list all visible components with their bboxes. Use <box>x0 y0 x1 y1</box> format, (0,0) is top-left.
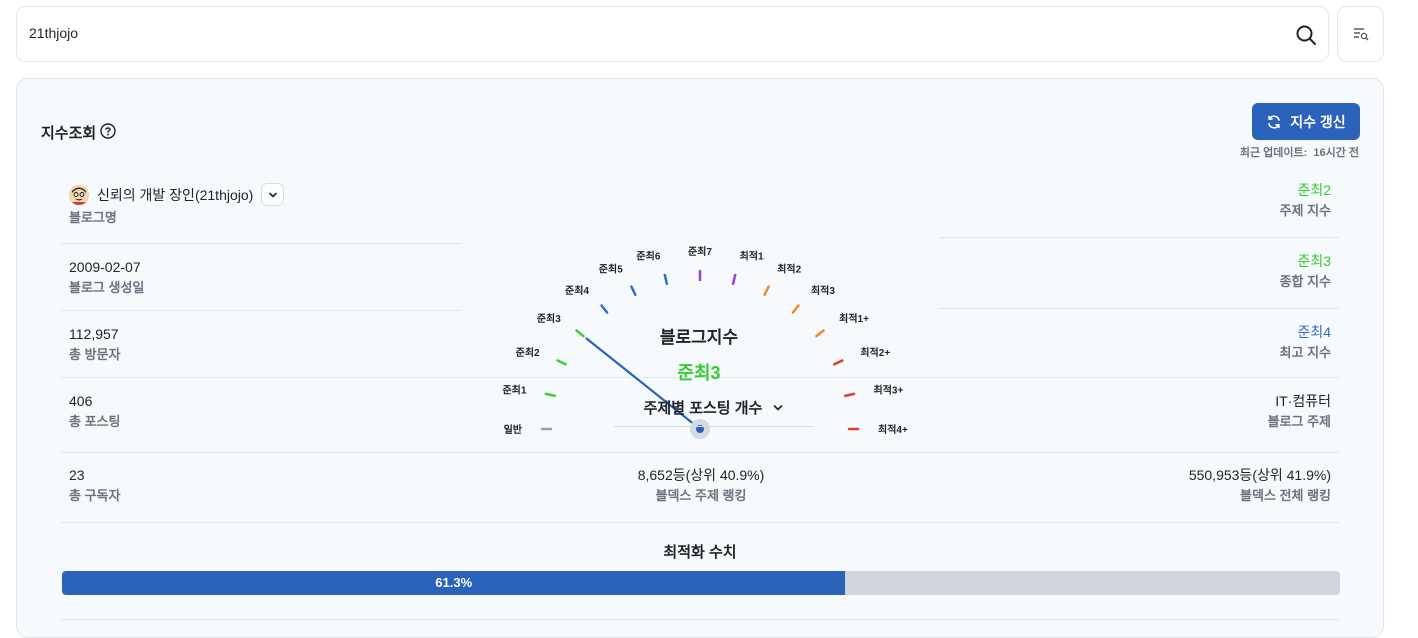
posts-label: 총 포스팅 <box>69 414 121 429</box>
blog-topic-label: 블로그 주제 <box>1267 414 1331 429</box>
max-index-stat: 준최4 최고 지수 <box>1280 323 1331 362</box>
gauge-level-label: 최적3 <box>811 284 835 297</box>
blog-name-label: 블로그명 <box>69 210 117 225</box>
blog-topic-value: IT·컴퓨터 <box>1275 393 1331 409</box>
filter-button[interactable] <box>1337 6 1384 62</box>
subscribers-value: 23 <box>69 467 85 483</box>
total-rank-label: 블덱스 전체 랭킹 <box>1240 488 1331 503</box>
topic-select-label: 주제별 포스팅 개수 <box>643 400 763 417</box>
refresh-icon <box>1268 114 1281 129</box>
gauge-level-label: 최적4+ <box>878 423 908 436</box>
chevron-down-icon <box>269 192 277 197</box>
update-label: 최근 업데이트: <box>1239 147 1308 159</box>
gauge-tick <box>575 329 585 338</box>
blog-name-toggle[interactable] <box>261 183 285 206</box>
subscribers-label: 총 구독자 <box>69 488 121 503</box>
divider <box>61 243 461 244</box>
posts-stat: 406 총 포스팅 <box>69 392 120 431</box>
visitors-label: 총 방문자 <box>69 347 121 362</box>
gauge-level-label: 준최3 <box>537 312 561 325</box>
topic-rank-stat: 8,652등(상위 40.9%) 블덱스 주제 랭킹 <box>551 466 851 505</box>
search-icon[interactable] <box>1294 23 1318 47</box>
total-rank-stat: 550,953등(상위 41.9%) 블덱스 전체 랭킹 <box>1189 466 1331 505</box>
help-icon[interactable] <box>100 123 116 139</box>
optimization-bar: 61.3% <box>62 571 1340 595</box>
gauge-tick <box>556 359 568 366</box>
gauge-level-label: 최적2+ <box>860 346 890 359</box>
refresh-label: 지수 갱신 <box>1290 113 1346 130</box>
blog-name: 신뢰의 개발 장인(21thjojo) <box>97 186 254 203</box>
gauge-tick <box>844 392 856 398</box>
index-panel: 지수조회 지수 갱신 최근 업데이트: 16시간 전 신뢰의 개발 장인(21t… <box>16 78 1384 638</box>
divider <box>939 308 1339 309</box>
topic-index-label: 주제 지수 <box>1279 203 1331 218</box>
total-index-value: 준최3 <box>1297 253 1331 269</box>
optimization-percent: 61.3% <box>435 575 473 590</box>
gauge-level-label: 준최1 <box>502 383 526 396</box>
refresh-index-button[interactable]: 지수 갱신 <box>1252 103 1360 140</box>
chevron-down-icon <box>774 404 783 410</box>
topic-rank-value: 8,652등(상위 40.9%) <box>637 467 765 483</box>
divider <box>61 452 1339 453</box>
gauge-value: 준최3 <box>677 363 720 383</box>
gauge-tick <box>791 304 800 314</box>
gauge-tick <box>663 273 669 285</box>
gauge-tick <box>600 304 609 314</box>
gauge-level-label: 최적2 <box>777 263 801 276</box>
gauge-tick <box>815 329 825 338</box>
total-index-label: 종합 지수 <box>1279 274 1331 289</box>
gauge-title: 블로그지수 <box>660 328 739 347</box>
divider <box>61 310 461 311</box>
gauge-level-label: 준최7 <box>688 245 712 258</box>
total-rank-value: 550,953등(상위 41.9%) <box>1188 467 1331 483</box>
gauge-level-label: 최적1+ <box>839 312 869 325</box>
topic-index-value: 준최2 <box>1297 182 1331 198</box>
gauge-level-label: 일반 <box>504 423 523 436</box>
search-input[interactable] <box>29 25 1229 41</box>
search-bar <box>16 6 1329 62</box>
optimization-title: 최적화 수치 <box>663 544 737 561</box>
max-index-label: 최고 지수 <box>1279 345 1331 360</box>
visitors-value: 112,957 <box>69 326 119 342</box>
blog-created-stat: 2009-02-07 블로그 생성일 <box>69 258 144 297</box>
gauge-tick <box>544 392 556 398</box>
topic-post-count-select[interactable]: 주제별 포스팅 개수 <box>614 389 814 427</box>
gauge-tick <box>630 285 637 297</box>
gauge-level-label: 최적1 <box>740 249 764 262</box>
divider <box>61 619 1339 620</box>
subscribers-stat: 23 총 구독자 <box>69 466 120 505</box>
gauge-level-label: 준최4 <box>565 284 589 297</box>
blog-created-label: 블로그 생성일 <box>69 280 145 295</box>
topic-rank-label: 블덱스 주제 랭킹 <box>655 488 747 503</box>
blog-created-value: 2009-02-07 <box>69 259 141 275</box>
topic-index-stat: 준최2 주제 지수 <box>1280 181 1331 220</box>
posts-value: 406 <box>69 393 93 409</box>
last-update: 최근 업데이트: 16시간 전 <box>1234 144 1359 160</box>
divider <box>939 237 1339 238</box>
gauge-level-label: 준최6 <box>636 249 660 262</box>
gauge-level-label: 준최5 <box>599 263 623 276</box>
list-search-icon <box>1354 28 1369 41</box>
gauge-level-label: 최적3+ <box>874 383 904 396</box>
gauge-tick <box>731 273 737 285</box>
total-index-stat: 준최3 종합 지수 <box>1280 252 1331 291</box>
blog-topic-stat: IT·컴퓨터 블로그 주제 <box>1268 392 1331 431</box>
panel-title: 지수조회 <box>41 125 97 142</box>
avatar <box>69 184 89 205</box>
update-value: 16시간 전 <box>1313 147 1359 159</box>
visitors-stat: 112,957 총 방문자 <box>69 325 120 364</box>
gauge-level-label: 준최2 <box>516 346 540 359</box>
max-index-value: 준최4 <box>1297 324 1331 340</box>
blog-name-stat: 신뢰의 개발 장인(21thjojo) 블로그명 <box>69 183 285 227</box>
gauge-tick <box>832 359 844 366</box>
gauge-tick <box>763 285 770 297</box>
divider <box>61 522 1339 523</box>
